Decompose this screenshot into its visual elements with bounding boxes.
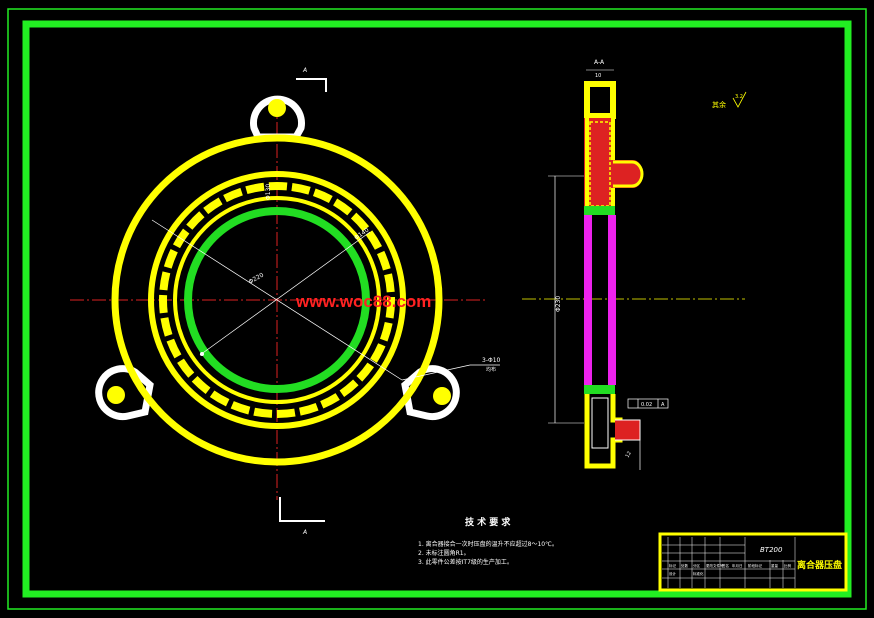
dim-holes: 3-Φ10 [482,357,501,364]
section-web-right [608,215,616,385]
svg-text:3.2: 3.2 [735,94,743,100]
svg-text:重量: 重量 [771,563,779,568]
svg-text:比例: 比例 [784,563,792,568]
svg-text:阶段标记: 阶段标记 [748,563,762,568]
dim-holes-sub: 均布 [486,366,496,373]
svg-text:A: A [302,67,307,74]
svg-text:标记: 标记 [669,563,677,568]
tech-requirements-title: 技 术 要 求 [465,516,511,528]
svg-text:标准化: 标准化 [693,571,704,576]
cad-drawing: Φ220 Φ140 Φ130 3-Φ10 均布 A A A-A 10 Φ230 … [0,0,874,618]
section-label: A-A [594,59,605,66]
section-web-left [584,215,592,385]
svg-text:分区: 分区 [693,563,701,568]
title-block-code: BT200 [760,546,783,554]
svg-text:0.02: 0.02 [641,402,652,408]
dim-top-width: 10 [595,73,601,79]
tech-requirement-2: 2. 未标注圆角R1。 [418,549,470,557]
svg-text:A: A [661,402,665,408]
dim-section-height: Φ230 [555,296,562,312]
svg-text:A: A [302,529,307,536]
tech-requirement-3: 3. 此零件公差按IT7级的生产加工。 [418,558,513,566]
svg-text:签名: 签名 [722,563,729,568]
svg-text:其余: 其余 [712,100,726,109]
watermark: www.woc88.com [295,292,431,311]
title-block-name: 离合器压盘 [797,559,842,571]
dim-inner-diameter: Φ130 [265,184,272,200]
svg-text:设计: 设计 [669,571,677,576]
tech-requirement-1: 1. 离合器接合一次时压盘的温升不应超过8～10℃。 [418,540,558,548]
svg-text:年月日: 年月日 [732,563,743,568]
svg-text:处数: 处数 [681,563,689,568]
